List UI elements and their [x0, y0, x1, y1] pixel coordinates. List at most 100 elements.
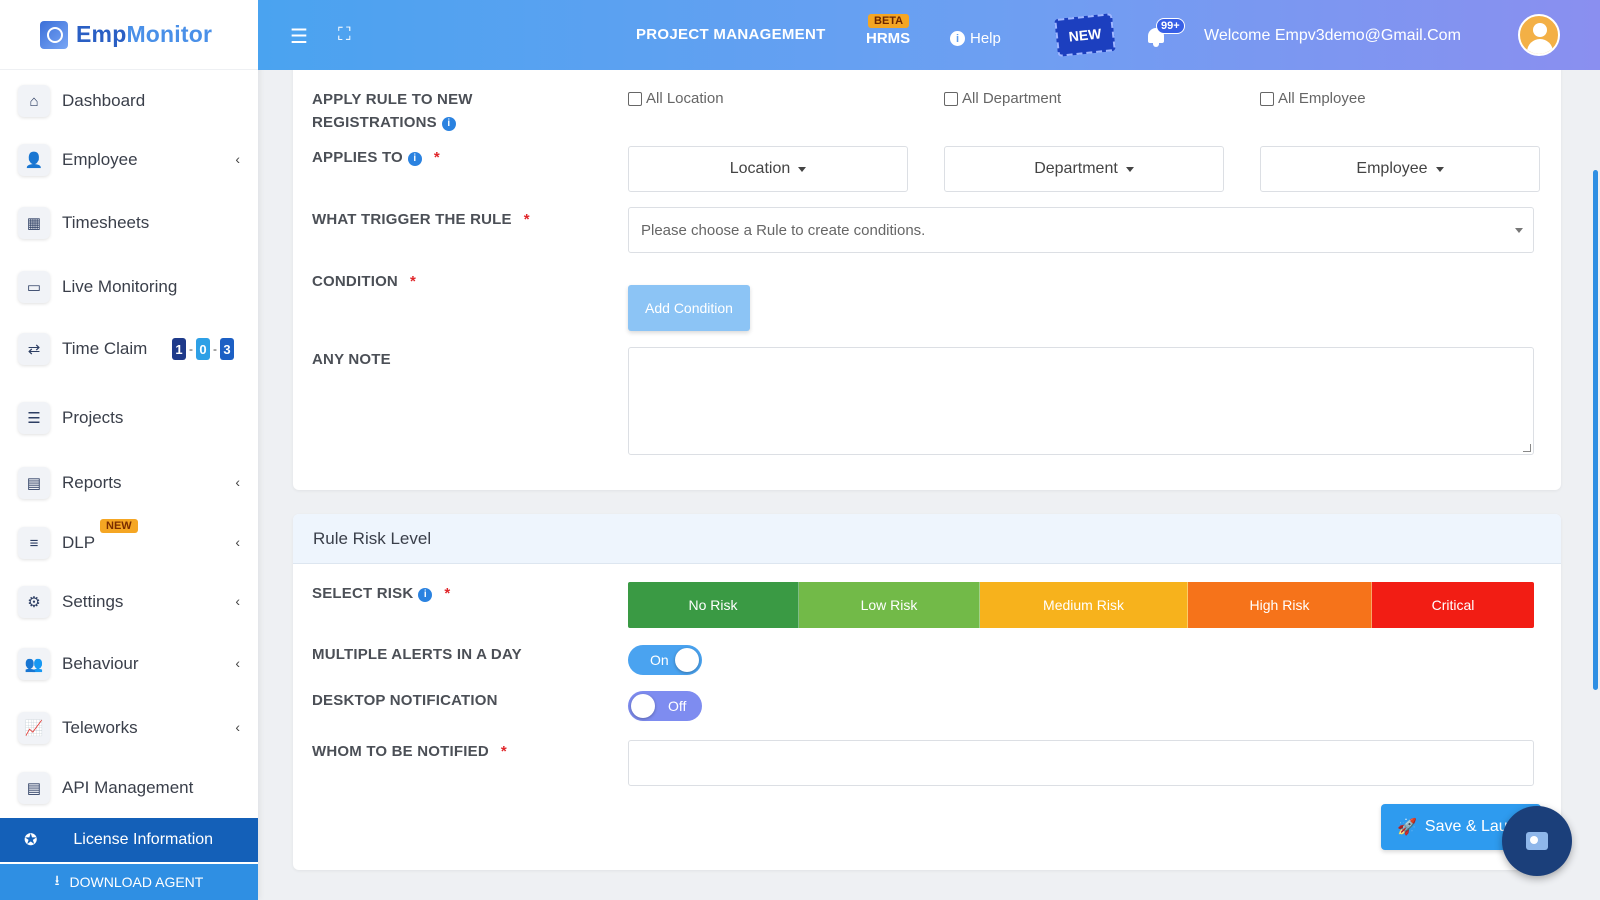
department-dropdown[interactable]: Department [944, 146, 1224, 192]
resize-handle-icon[interactable] [1523, 444, 1531, 452]
all-department-checkbox[interactable]: All Department [944, 90, 1061, 107]
risk-low-risk-option[interactable]: Low Risk [799, 582, 980, 628]
sidebar-item-time-claim[interactable]: ⇄ Time Claim 1 - 0 - 3 [0, 327, 258, 371]
time-claim-counts: 1 - 0 - 3 [172, 338, 234, 360]
time-claim-count-approved: 0 [196, 338, 210, 360]
page-scrollbar[interactable] [1593, 170, 1598, 690]
sidebar-item-label: Timesheets [62, 213, 150, 232]
sidebar-item-projects[interactable]: ☰ Projects [0, 396, 258, 440]
sidebar-item-label: Projects [62, 408, 124, 427]
sidebar-item-api-management[interactable]: ▤ API Management [0, 766, 258, 810]
checkbox-box[interactable] [628, 91, 642, 106]
award-icon: ✪ [24, 832, 38, 849]
home-icon: ⌂ [18, 85, 50, 117]
help-link[interactable]: i Help [950, 30, 1001, 47]
sidebar-item-label: Live Monitoring [62, 277, 178, 296]
list-icon: ☰ [18, 402, 50, 434]
caret-down-icon [1435, 166, 1444, 172]
project-management-link[interactable]: PROJECT MANAGEMENT [636, 26, 826, 43]
info-icon: i [950, 31, 965, 46]
whom-notified-input[interactable] [628, 740, 1534, 786]
sidebar-item-label: Reports [62, 473, 122, 492]
sidebar-item-settings[interactable]: ⚙ Settings ‹ [0, 580, 258, 624]
rule-form-card: APPLY RULE TO NEW REGISTRATIONS i All Loc… [293, 62, 1561, 490]
sidebar-item-timesheets[interactable]: ▦ Timesheets [0, 201, 258, 245]
user-gear-icon: 👥 [18, 648, 50, 680]
trigger-rule-placeholder: Please choose a Rule to create condition… [641, 221, 926, 239]
avatar[interactable] [1518, 14, 1560, 56]
toggle-state-label: On [650, 652, 669, 668]
sidebar-item-label: Dashboard [62, 91, 146, 110]
sidebar-item-license-information[interactable]: ✪ License Information [0, 818, 258, 862]
risk-no-risk-option[interactable]: No Risk [628, 582, 799, 628]
sidebar-item-live-monitoring[interactable]: ▭ Live Monitoring [0, 265, 258, 309]
gear-icon: ⚙ [18, 586, 50, 618]
multiple-alerts-toggle[interactable]: On [628, 645, 702, 675]
logo-icon [40, 20, 68, 49]
fullscreen-icon[interactable]: ⛶ [338, 24, 351, 45]
time-claim-count-pending: 1 [172, 338, 186, 360]
sidebar: EmpMonitor ⌂ Dashboard 👤 Employee ‹ ▦ Ti… [0, 0, 258, 900]
user-icon: 👤 [18, 144, 50, 176]
sidebar-item-label: Time Claim [62, 339, 148, 358]
download-agent-button[interactable]: ⭳ DOWNLOAD AGENT [0, 864, 258, 900]
all-location-checkbox[interactable]: All Location [628, 90, 724, 107]
location-dropdown[interactable]: Location [628, 146, 908, 192]
sidebar-item-dashboard[interactable]: ⌂ Dashboard [0, 79, 258, 123]
rocket-icon: 🚀 [1397, 819, 1417, 836]
sidebar-item-label: Behaviour [62, 654, 139, 673]
risk-high-risk-option[interactable]: High Risk [1188, 582, 1372, 628]
trigger-rule-select[interactable]: Please choose a Rule to create condition… [628, 207, 1534, 253]
caret-down-icon [1125, 166, 1134, 172]
chevron-left-icon: ‹ [235, 593, 240, 609]
desktop-notification-toggle[interactable]: Off [628, 691, 702, 721]
any-note-label: ANY NOTE [312, 351, 391, 368]
multiple-alerts-label: MULTIPLE ALERTS IN A DAY [312, 646, 522, 663]
note-textarea[interactable] [628, 347, 1534, 455]
calendar-icon: ▦ [18, 207, 50, 239]
report-icon: ▤ [18, 467, 50, 499]
chevron-left-icon: ‹ [235, 534, 240, 550]
hrms-link[interactable]: HRMS [866, 30, 910, 47]
risk-section-title: Rule Risk Level [293, 514, 1561, 564]
chat-widget-button[interactable] [1502, 806, 1572, 876]
checkbox-box[interactable] [1260, 91, 1274, 106]
sidebar-item-label: API Management [62, 778, 194, 797]
add-condition-button[interactable]: Add Condition [628, 285, 750, 331]
welcome-user-text: Welcome Empv3demo@Gmail.Com [1204, 27, 1461, 44]
sidebar-item-employee[interactable]: 👤 Employee ‹ [0, 138, 258, 182]
risk-level-selector: No Risk Low Risk Medium Risk High Risk C… [628, 582, 1534, 628]
employee-dropdown[interactable]: Employee [1260, 146, 1540, 192]
sidebar-item-label: License Information [73, 831, 214, 848]
desktop-notification-label: DESKTOP NOTIFICATION [312, 692, 498, 709]
swap-icon: ⇄ [18, 333, 50, 365]
new-feature-badge[interactable]: NEW [1054, 13, 1116, 57]
info-icon[interactable]: i [418, 588, 433, 602]
chat-icon [1526, 832, 1548, 850]
info-icon[interactable]: i [407, 152, 422, 166]
sidebar-item-teleworks[interactable]: 📈 Teleworks ‹ [0, 706, 258, 750]
sidebar-item-label: Settings [62, 592, 124, 611]
beta-badge: BETA [868, 14, 910, 28]
sidebar-item-reports[interactable]: ▤ Reports ‹ [0, 461, 258, 505]
chevron-left-icon: ‹ [235, 151, 240, 167]
select-risk-label: SELECT RISK i * [312, 585, 451, 602]
all-employee-checkbox[interactable]: All Employee [1260, 90, 1366, 107]
risk-critical-option[interactable]: Critical [1372, 582, 1534, 628]
sidebar-item-label: Employee [62, 150, 138, 169]
brand-logo[interactable]: EmpMonitor [0, 0, 258, 70]
checkbox-box[interactable] [944, 91, 958, 106]
risk-medium-risk-option[interactable]: Medium Risk [980, 582, 1188, 628]
sidebar-item-dlp[interactable]: ≡ DLP NEW ‹ [0, 519, 258, 565]
sidebar-item-label: DLP [62, 533, 96, 552]
brand-name: EmpMonitor [76, 21, 213, 47]
condition-label: CONDITION * [312, 273, 417, 290]
info-icon[interactable]: i [441, 117, 456, 131]
doc-icon: ▤ [18, 772, 50, 804]
applies-to-label: APPLIES TO i * [312, 149, 440, 166]
toggle-knob [631, 694, 655, 718]
toggle-knob [675, 648, 699, 672]
sidebar-item-behaviour[interactable]: 👥 Behaviour ‹ [0, 642, 258, 686]
hamburger-menu-icon[interactable]: ☰ [290, 24, 308, 49]
chart-icon: 📈 [18, 712, 50, 744]
